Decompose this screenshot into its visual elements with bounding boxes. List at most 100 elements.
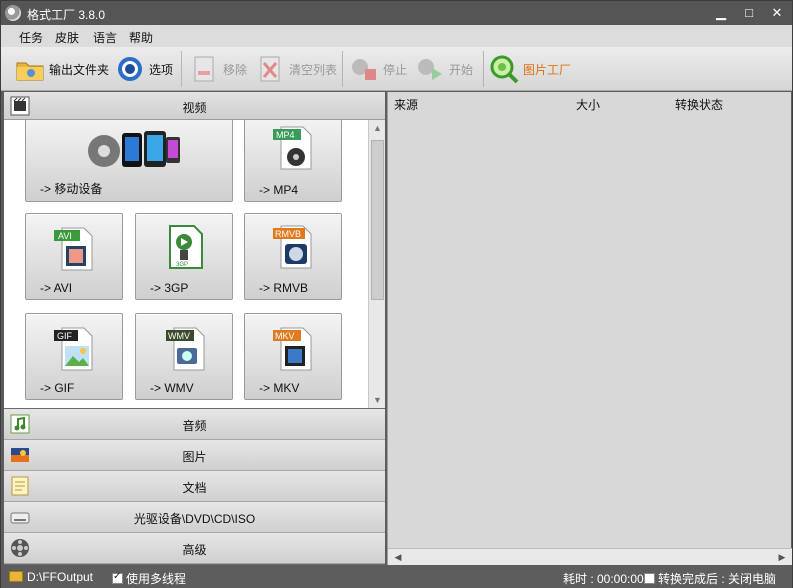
tile-mobile-device[interactable]: -> 移动设备: [25, 120, 233, 202]
close-button[interactable]: ✕: [766, 3, 788, 23]
toolbar-separator: [483, 51, 484, 87]
tile-avi[interactable]: AVI -> AVI: [25, 213, 123, 300]
tile-wmv[interactable]: WMV -> WMV: [135, 313, 233, 400]
start-label: 开始: [449, 62, 474, 77]
task-list-panel: 来源 大小 转换状态 ◀ ▶: [387, 92, 792, 565]
svg-text:MKV: MKV: [275, 331, 295, 341]
picture-factory-button[interactable]: 图片工厂: [489, 53, 571, 85]
after-done-checkbox[interactable]: 转换完成后 : 关闭电脑: [644, 570, 776, 587]
tile-mkv[interactable]: MKV -> MKV: [244, 313, 342, 400]
tile-label: -> 3GP: [150, 281, 189, 295]
minimize-button[interactable]: ▁: [710, 3, 732, 23]
clear-list-button[interactable]: 清空列表: [255, 53, 337, 85]
scroll-left-icon[interactable]: ◀: [390, 549, 406, 565]
menu-help[interactable]: 帮助: [129, 29, 153, 46]
tile-label: -> 移动设备: [40, 182, 103, 196]
toolbar: 输出文件夹 选项 移除 清空列表 停止 开始 图片工厂: [1, 47, 792, 91]
menu-bar: 任务 皮肤 语言 帮助: [1, 25, 792, 47]
title-bar: 格式工厂 3.8.0 ▁ □ ✕: [1, 1, 792, 25]
output-folder-button[interactable]: 输出文件夹: [15, 53, 109, 85]
tile-3gp[interactable]: 3GP -> 3GP: [135, 213, 233, 300]
magnifier-icon: [489, 54, 519, 84]
tile-label: -> MP4: [259, 183, 299, 197]
clear-list-label: 清空列表: [289, 62, 338, 77]
scroll-thumb[interactable]: [371, 140, 384, 300]
mobile-devices-icon: [86, 125, 182, 172]
category-document-label: 文档: [182, 481, 207, 495]
wmv-file-icon: WMV: [164, 326, 210, 375]
category-video-label: 视频: [182, 101, 207, 115]
category-rom-device[interactable]: 光驱设备\DVD\CD\ISO: [4, 502, 385, 533]
category-image-label: 图片: [182, 450, 207, 464]
options-button[interactable]: 选项: [115, 53, 173, 85]
scroll-up-icon[interactable]: ▲: [369, 120, 386, 136]
category-document[interactable]: 文档: [4, 471, 385, 502]
app-logo-icon: [5, 5, 21, 21]
category-audio-label: 音频: [182, 419, 207, 433]
scroll-down-icon[interactable]: ▼: [369, 392, 386, 408]
mp4-file-icon: MP4: [271, 125, 317, 174]
clear-list-icon: [255, 54, 285, 84]
folder-icon: [15, 54, 45, 84]
checkbox-checked-icon: [112, 571, 123, 584]
column-size[interactable]: 大小: [576, 96, 600, 113]
svg-text:RMVB: RMVB: [275, 229, 301, 239]
tile-label: -> RMVB: [259, 281, 309, 295]
options-gear-icon: [115, 54, 145, 84]
window-title: 格式工厂 3.8.0: [27, 8, 106, 22]
output-folder-label: 输出文件夹: [49, 62, 110, 77]
svg-text:3GP: 3GP: [176, 262, 188, 268]
output-path[interactable]: D:\FFOutput: [9, 570, 93, 584]
maximize-button[interactable]: □: [738, 3, 760, 23]
elapsed-time: 耗时 : 00:00:00: [563, 572, 644, 586]
toolbar-separator: [181, 51, 182, 87]
stop-icon: [349, 54, 379, 84]
mkv-file-icon: MKV: [271, 326, 317, 375]
category-advanced-label: 高级: [182, 543, 207, 557]
main-window: 格式工厂 3.8.0 ▁ □ ✕ 任务 皮肤 语言 帮助 输出文件夹 选项 移除: [0, 0, 793, 588]
rmvb-file-icon: RMVB: [271, 224, 317, 273]
menu-language[interactable]: 语言: [93, 29, 117, 46]
folder-small-icon: [9, 571, 23, 582]
video-format-grid: -> 移动设备 MP4 -> MP4 AVI -> AVI 3GP -> 3GP: [4, 120, 368, 408]
remove-button[interactable]: 移除: [189, 53, 247, 85]
tile-label: -> GIF: [40, 381, 75, 395]
column-status[interactable]: 转换状态: [675, 96, 723, 113]
menu-task[interactable]: 任务: [19, 29, 43, 46]
scroll-right-icon[interactable]: ▶: [774, 549, 790, 565]
start-button[interactable]: 开始: [415, 53, 473, 85]
category-advanced[interactable]: 高级: [4, 533, 385, 564]
svg-text:WMV: WMV: [168, 331, 190, 341]
grid-scrollbar[interactable]: ▲ ▼: [368, 120, 385, 408]
3gp-file-icon: 3GP: [164, 224, 210, 273]
column-source[interactable]: 来源: [394, 96, 418, 113]
checkbox-unchecked-icon: [644, 573, 655, 584]
svg-text:AVI: AVI: [58, 231, 72, 241]
category-video[interactable]: 视频: [4, 92, 385, 120]
status-bar: D:\FFOutput 使用多线程 耗时 : 00:00:00 转换完成后 : …: [1, 566, 792, 588]
list-horizontal-scrollbar[interactable]: ◀ ▶: [388, 548, 792, 565]
svg-text:GIF: GIF: [57, 331, 73, 341]
picture-factory-label: 图片工厂: [523, 62, 572, 77]
start-icon: [415, 54, 445, 84]
multithread-checkbox[interactable]: 使用多线程: [112, 570, 186, 587]
avi-file-icon: AVI: [52, 226, 98, 275]
tile-mp4[interactable]: MP4 -> MP4: [244, 120, 342, 202]
stop-label: 停止: [383, 62, 408, 77]
tile-rmvb[interactable]: RMVB -> RMVB: [244, 213, 342, 300]
tile-label: -> AVI: [40, 281, 73, 295]
svg-text:MP4: MP4: [276, 130, 295, 140]
stop-button[interactable]: 停止: [349, 53, 407, 85]
category-audio[interactable]: 音频: [4, 409, 385, 440]
category-image[interactable]: 图片: [4, 440, 385, 471]
gif-file-icon: GIF: [52, 326, 98, 375]
tile-gif[interactable]: GIF -> GIF: [25, 313, 123, 400]
options-label: 选项: [149, 62, 174, 77]
tile-label: -> MKV: [259, 381, 300, 395]
tile-label: -> WMV: [150, 381, 194, 395]
category-rom-label: 光驱设备\DVD\CD\ISO: [133, 512, 256, 526]
category-panel: 视频 -> 移动设备 MP4 -> MP4 AVI -> AVI 3GP -> …: [4, 92, 385, 565]
toolbar-separator: [342, 51, 343, 87]
menu-skin[interactable]: 皮肤: [55, 29, 79, 46]
remove-label: 移除: [223, 62, 248, 77]
